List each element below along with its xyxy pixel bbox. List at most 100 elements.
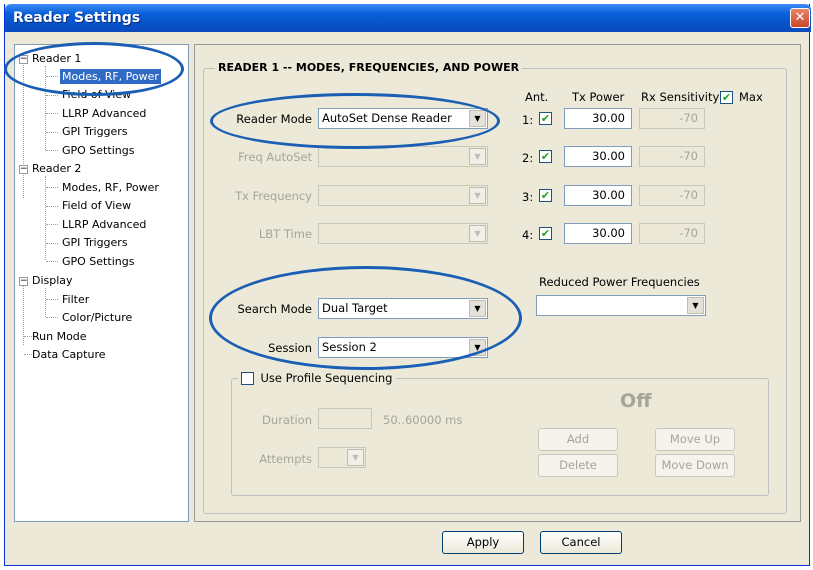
tree-connector	[45, 66, 46, 150]
reduced-power-select[interactable]: ▼	[536, 295, 706, 316]
close-button[interactable]: ✕	[790, 8, 810, 28]
tree-connector	[46, 317, 58, 318]
use-profile-sequencing-label: Use Profile Sequencing	[260, 371, 393, 385]
tree-connector	[46, 261, 58, 262]
use-profile-sequencing-checkbox[interactable]	[241, 371, 254, 385]
search-mode-value: Dual Target	[322, 301, 388, 315]
tree-item-reader2-fov[interactable]: Field of View	[62, 197, 131, 214]
antenna-2-tx-power[interactable]: 30.00	[564, 146, 632, 167]
tree-item-reader2-gpo[interactable]: GPO Settings	[62, 253, 134, 270]
reader-mode-value: AutoSet Dense Reader	[322, 111, 452, 125]
antenna-1-rx-sensitivity[interactable]: -70	[639, 108, 705, 129]
antenna-3-tx-power[interactable]: 30.00	[564, 185, 632, 206]
antenna-4-rx-sensitivity[interactable]: -70	[639, 223, 705, 244]
freq-autoset-label: Freq AutoSet	[238, 150, 312, 164]
profile-status: Off	[620, 390, 652, 412]
duration-label: Duration	[262, 413, 312, 427]
tree-item-reader2-llrp[interactable]: LLRP Advanced	[62, 216, 146, 233]
antenna-1-checkbox[interactable]: ✔	[539, 112, 552, 125]
chevron-down-icon[interactable]: ▼	[347, 449, 364, 466]
lbt-time-select[interactable]: ▼	[318, 223, 488, 244]
tree-item-reader-1[interactable]: Reader 1	[32, 50, 81, 67]
antenna-number: 2:	[522, 151, 534, 165]
antenna-2-checkbox[interactable]: ✔	[539, 150, 552, 163]
antenna-3-checkbox[interactable]: ✔	[539, 189, 552, 202]
antenna-2-rx-sensitivity[interactable]: -70	[639, 146, 705, 167]
tree-connector	[45, 176, 46, 260]
tree-connector	[46, 243, 58, 244]
tree-connector	[46, 299, 58, 300]
tree-connector	[23, 62, 24, 198]
tree-connector	[45, 288, 46, 317]
search-mode-label: Search Mode	[237, 302, 313, 316]
chevron-down-icon[interactable]: ▼	[469, 339, 486, 356]
freq-autoset-select[interactable]: ▼	[318, 146, 488, 167]
reader-mode-select[interactable]: AutoSet Dense Reader ▼	[318, 108, 488, 129]
session-label: Session	[268, 341, 312, 355]
tree-item-reader1-fov[interactable]: Field of View	[62, 86, 131, 103]
tree-connector	[46, 113, 58, 114]
collapse-icon[interactable]: −	[19, 55, 28, 64]
reduced-power-label: Reduced Power Frequencies	[539, 275, 700, 289]
profile-sequencing-header: Use Profile Sequencing	[238, 371, 396, 387]
antenna-4-checkbox[interactable]: ✔	[539, 227, 552, 240]
tree-connector	[46, 224, 58, 225]
antenna-number: 3:	[522, 190, 534, 204]
tree-item-run-mode[interactable]: Run Mode	[32, 328, 87, 345]
chevron-down-icon[interactable]: ▼	[469, 300, 486, 317]
tree-connector	[46, 95, 58, 96]
title-bar[interactable]: Reader Settings ✕	[5, 4, 811, 32]
settings-tree: − Reader 1 Modes, RF, Power Field of Vie…	[14, 44, 189, 522]
tree-item-filter[interactable]: Filter	[62, 291, 89, 308]
chevron-down-icon[interactable]: ▼	[469, 148, 486, 165]
tree-item-reader1-modes[interactable]: Modes, RF, Power	[60, 68, 161, 85]
tx-frequency-label: Tx Frequency	[235, 189, 312, 203]
tree-connector	[24, 354, 32, 355]
antenna-4-tx-power[interactable]: 30.00	[564, 223, 632, 244]
duration-hint: 50..60000 ms	[383, 413, 463, 427]
tree-connector	[46, 150, 58, 151]
tree-connector	[46, 76, 58, 77]
chevron-down-icon[interactable]: ▼	[469, 110, 486, 127]
chevron-down-icon[interactable]: ▼	[687, 297, 704, 314]
move-up-button[interactable]: Move Up	[655, 428, 735, 451]
search-mode-select[interactable]: Dual Target ▼	[318, 298, 488, 319]
collapse-icon[interactable]: −	[19, 277, 28, 286]
add-button[interactable]: Add	[538, 428, 618, 451]
tx-power-header: Tx Power	[572, 90, 625, 104]
tree-connector	[46, 187, 58, 188]
cancel-button[interactable]: Cancel	[540, 531, 622, 554]
tree-item-reader1-llrp[interactable]: LLRP Advanced	[62, 105, 146, 122]
window-title: Reader Settings	[13, 10, 141, 26]
collapse-icon[interactable]: −	[19, 165, 28, 174]
tree-connector	[24, 336, 32, 337]
tree-item-display[interactable]: Display	[32, 272, 73, 289]
apply-button[interactable]: Apply	[442, 531, 524, 554]
tree-connector	[46, 206, 58, 207]
tree-item-data-capture[interactable]: Data Capture	[32, 346, 106, 363]
antenna-number: 1:	[522, 113, 534, 127]
tree-item-color-picture[interactable]: Color/Picture	[62, 309, 132, 326]
reader-mode-label: Reader Mode	[236, 112, 312, 126]
session-select[interactable]: Session 2 ▼	[318, 337, 488, 358]
antenna-1-tx-power[interactable]: 30.00	[564, 108, 632, 129]
chevron-down-icon[interactable]: ▼	[469, 225, 486, 242]
tx-frequency-select[interactable]: ▼	[318, 185, 488, 206]
attempts-select[interactable]: ▼	[318, 447, 366, 468]
max-checkbox[interactable]: ✔	[720, 91, 733, 104]
antenna-number: 4:	[522, 228, 534, 242]
rx-sensitivity-header: Rx Sensitivity	[641, 90, 720, 104]
chevron-down-icon[interactable]: ▼	[469, 187, 486, 204]
duration-field[interactable]	[318, 408, 372, 429]
tree-item-reader1-gpo[interactable]: GPO Settings	[62, 142, 134, 159]
attempts-label: Attempts	[259, 452, 312, 466]
group-title: READER 1 -- MODES, FREQUENCIES, AND POWE…	[215, 61, 523, 74]
tree-item-reader2-modes[interactable]: Modes, RF, Power	[62, 179, 159, 196]
delete-button[interactable]: Delete	[538, 454, 618, 477]
tree-item-reader-2[interactable]: Reader 2	[32, 160, 81, 177]
move-down-button[interactable]: Move Down	[655, 454, 735, 477]
tree-connector	[46, 132, 58, 133]
tree-item-reader1-gpi[interactable]: GPI Triggers	[62, 123, 128, 140]
tree-item-reader2-gpi[interactable]: GPI Triggers	[62, 234, 128, 251]
antenna-3-rx-sensitivity[interactable]: -70	[639, 185, 705, 206]
